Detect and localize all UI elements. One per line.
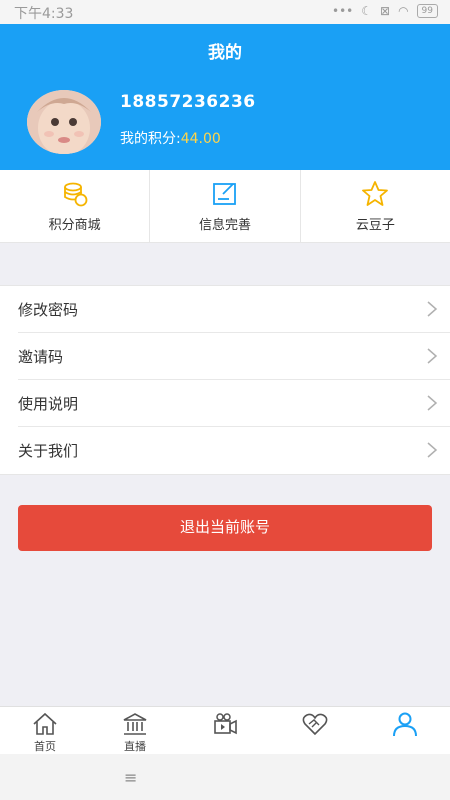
avatar[interactable] [27, 90, 101, 154]
quick-label: 信息完善 [198, 218, 251, 233]
menu-label: 邀请码 [18, 348, 64, 366]
chevron-right-icon [427, 442, 438, 458]
menu-item-about-us[interactable]: 关于我们 [18, 427, 450, 474]
quick-label: 积分商城 [48, 218, 101, 233]
video-camera-icon [214, 713, 237, 735]
tab-profile[interactable] [360, 707, 450, 754]
edit-profile-icon [213, 183, 236, 205]
quick-label: 云豆子 [355, 218, 395, 233]
user-icon [393, 712, 417, 737]
tab-label: 首页 [34, 740, 56, 753]
menu-label: 修改密码 [18, 301, 79, 319]
system-nav-bar: ≡ [0, 754, 450, 800]
tab-label: 直播 [124, 740, 146, 753]
tab-home[interactable]: 首页 [0, 707, 90, 754]
quick-actions: 积分商城 信息完善 云豆子 [0, 170, 450, 243]
menu-item-instructions[interactable]: 使用说明 [18, 380, 450, 427]
sim-icon: ⊠ [380, 4, 391, 18]
menu-item-invite-code[interactable]: 邀请码 [18, 333, 450, 380]
more-dots-icon: ••• [332, 4, 354, 18]
quick-item-complete-info[interactable]: 信息完善 [150, 170, 301, 242]
home-icon [33, 712, 57, 735]
profile-header: 我的 18857236236 我的积分:44.00 [0, 24, 450, 170]
menu-label: 使用说明 [18, 395, 79, 413]
quick-item-points-mall[interactable]: 积分商城 [0, 170, 151, 242]
quick-item-cloud-beans[interactable]: 云豆子 [301, 170, 450, 242]
chevron-right-icon [427, 395, 438, 411]
handshake-heart-icon [302, 713, 328, 736]
chevron-right-icon [427, 348, 438, 364]
menu-label: 关于我们 [18, 442, 79, 460]
points-line: 我的积分:44.00 [120, 128, 221, 148]
status-time: 下午4:33 [14, 6, 74, 22]
page-title: 我的 [208, 43, 242, 63]
bank-icon [123, 713, 147, 735]
status-bar: 下午4:33 ••• ☾ ⊠ ◠ 99 [0, 0, 450, 24]
settings-menu: 修改密码 邀请码 使用说明 关于我们 [0, 285, 450, 475]
battery-icon: 99 [416, 4, 438, 18]
menu-item-change-password[interactable]: 修改密码 [18, 286, 450, 333]
status-icons: ••• ☾ ⊠ ◠ 99 [332, 4, 438, 18]
coins-icon [63, 182, 88, 207]
tab-community[interactable] [270, 707, 360, 754]
menu-icon[interactable]: ≡ [124, 768, 137, 787]
chevron-right-icon [427, 301, 438, 317]
points-label: 我的积分: [120, 131, 181, 147]
moon-icon: ☾ [361, 4, 372, 18]
star-icon [362, 181, 389, 206]
user-phone: 18857236236 [120, 92, 256, 112]
points-value: 44.00 [180, 131, 221, 147]
tab-live[interactable]: 直播 [90, 707, 180, 754]
bottom-tab-bar: 首页 直播 [0, 706, 450, 754]
logout-button[interactable]: 退出当前账号 [18, 505, 432, 551]
tab-video[interactable] [180, 707, 270, 754]
wifi-icon: ◠ [398, 4, 409, 18]
